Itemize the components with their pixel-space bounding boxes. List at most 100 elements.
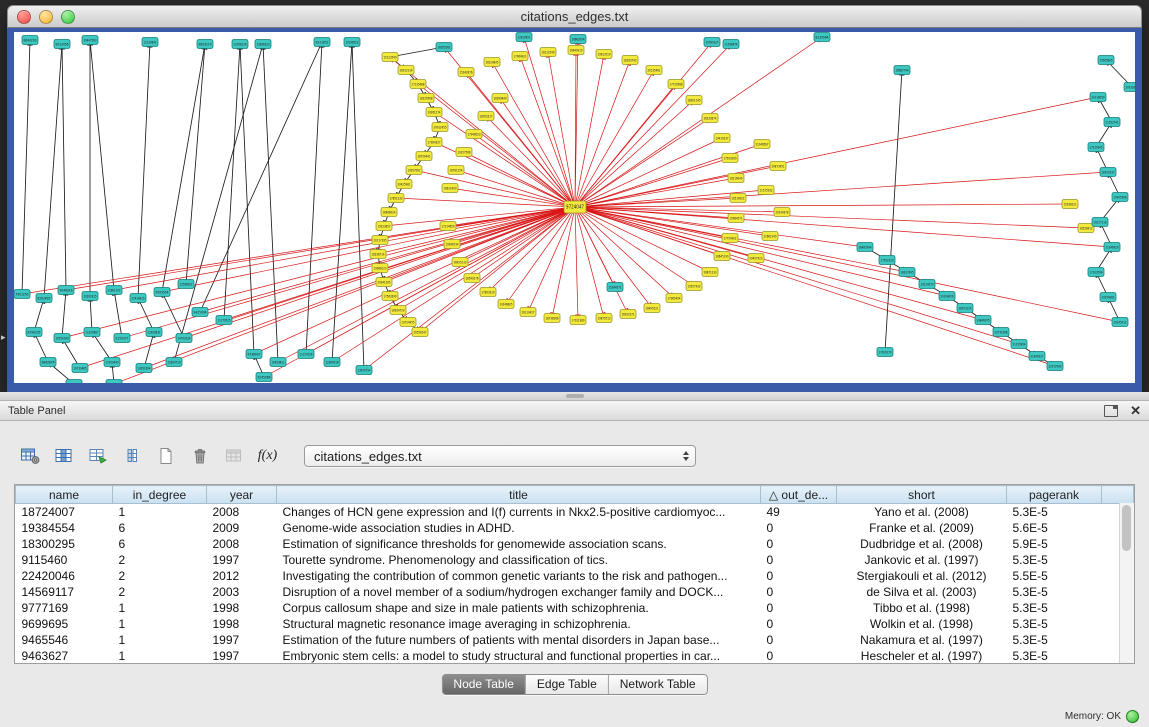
row-options-button[interactable] <box>118 443 145 469</box>
graph-node[interactable]: 17853319 <box>480 288 496 297</box>
table-cell[interactable]: 0 <box>761 648 837 664</box>
graph-node[interactable]: 10733465 <box>72 364 88 373</box>
tab-node-table[interactable]: Node Table <box>442 675 526 694</box>
table-cell[interactable]: Changes of HCN gene expression and I(f) … <box>277 504 761 520</box>
table-cell[interactable]: Stergiakouli et al. (2012) <box>837 568 1007 584</box>
column-header[interactable]: name <box>16 486 113 504</box>
graph-node[interactable]: 9736007 <box>246 350 262 359</box>
table-cell[interactable]: 14569117 <box>16 584 113 600</box>
graph-node[interactable]: 10196522 <box>344 38 360 47</box>
table-cell[interactable]: 0 <box>761 600 837 616</box>
table-cell[interactable]: Estimation of significance thresholds fo… <box>277 536 761 552</box>
table-cell[interactable]: 1997 <box>207 552 277 568</box>
graph-node[interactable]: 18922037 <box>1100 168 1116 177</box>
table-cell[interactable]: 5.3E-5 <box>1007 584 1102 600</box>
graph-node[interactable]: 21346620 <box>1104 243 1120 252</box>
graph-node[interactable]: 20873451 <box>770 162 786 171</box>
column-header[interactable]: △ out_de... <box>761 486 837 504</box>
graph-node[interactable]: 20118059 <box>1090 93 1106 102</box>
graph-node[interactable]: 18738266 <box>544 314 560 323</box>
table-row[interactable]: 1830029562008Estimation of significance … <box>16 536 1134 552</box>
table-cell[interactable]: Yano et al. (2008) <box>837 504 1007 520</box>
table-cell[interactable]: Disruption of a novel member of a sodium… <box>277 584 761 600</box>
graph-node[interactable]: 15342876 <box>458 68 474 77</box>
graph-node[interactable]: 15123549 <box>382 53 398 62</box>
graph-node[interactable]: 15896233 <box>255 40 271 49</box>
graph-node[interactable]: 20731568 <box>993 328 1009 337</box>
table-cell[interactable]: 1998 <box>207 600 277 616</box>
graph-node[interactable]: 19357062 <box>406 166 422 175</box>
network-canvas[interactable]: 9724047864029390124561044758311230841960… <box>14 32 1135 383</box>
table-cell[interactable]: 18724007 <box>16 504 113 520</box>
table-cell[interactable]: 2003 <box>207 584 277 600</box>
table-row[interactable]: 946362711997Embryonic stem cells: a mode… <box>16 648 1134 664</box>
table-cell[interactable]: 0 <box>761 584 837 600</box>
table-row[interactable]: 969969511998Structural magnetic resonanc… <box>16 616 1134 632</box>
graph-node[interactable]: 20558147 <box>412 328 428 337</box>
import-table-button[interactable] <box>220 443 247 469</box>
graph-node[interactable]: 18901245 <box>686 96 702 105</box>
table-row[interactable]: 946554611997Estimation of the future num… <box>16 632 1134 648</box>
table-cell[interactable]: 1997 <box>207 632 277 648</box>
graph-node[interactable]: 19086123 <box>372 264 388 273</box>
graph-node[interactable]: 9012456 <box>54 40 70 49</box>
graph-node[interactable]: 18612409 <box>442 184 458 193</box>
graph-node[interactable]: 20217118 <box>1092 218 1108 227</box>
graph-node[interactable]: 17135488 <box>410 80 426 89</box>
graph-node[interactable]: 19246805 <box>498 300 514 309</box>
table-cell[interactable]: 5.3E-5 <box>1007 616 1102 632</box>
graph-node[interactable]: 18053317 <box>478 112 494 121</box>
table-cell[interactable]: 18300295 <box>16 536 113 552</box>
graph-node[interactable]: 20117395 <box>372 236 388 245</box>
graph-node[interactable]: 18112540 <box>540 48 556 57</box>
graph-node[interactable]: 17284327 <box>426 138 442 147</box>
graph-node[interactable]: 17929170 <box>877 348 893 357</box>
graph-node[interactable]: 17210345 <box>1088 143 1104 152</box>
table-cell[interactable]: Estimation of the future numbers of pati… <box>277 632 761 648</box>
graph-node[interactable]: 14702039 <box>176 334 192 343</box>
graph-node[interactable]: 20135481 <box>646 66 662 75</box>
table-cell[interactable]: 2009 <box>207 520 277 536</box>
graph-node[interactable]: 17948023 <box>466 130 482 139</box>
graph-node[interactable]: 9150377 <box>114 334 130 343</box>
graph-node[interactable]: 17592310 <box>879 256 895 265</box>
table-cell[interactable]: 5.3E-5 <box>1007 504 1102 520</box>
graph-node[interactable]: 12920831 <box>146 328 162 337</box>
graph-node[interactable]: 8139564 <box>814 33 830 42</box>
table-cell[interactable]: Genome-wide association studies in ADHD. <box>277 520 761 536</box>
graph-node[interactable]: 13679754 <box>356 366 372 375</box>
column-header[interactable]: year <box>207 486 277 504</box>
table-cell[interactable]: 6 <box>113 520 207 536</box>
table-mode-button[interactable] <box>16 443 43 469</box>
graph-node[interactable]: 16258412 <box>1078 224 1094 233</box>
table-cell[interactable]: 2 <box>113 568 207 584</box>
table-cell[interactable]: 49 <box>761 504 837 520</box>
table-cell[interactable]: 5.3E-5 <box>1007 632 1102 648</box>
table-cell[interactable]: 5.3E-5 <box>1007 648 1102 664</box>
graph-node[interactable]: 20732624 <box>1124 83 1135 92</box>
table-cell[interactable]: Tourette syndrome. Phenomenology and cla… <box>277 552 761 568</box>
table-row[interactable]: 1872400712008Changes of HCN gene express… <box>16 504 1134 520</box>
graph-node[interactable]: 17103594 <box>1088 268 1104 277</box>
table-cell[interactable]: 9699695 <box>16 616 113 632</box>
graph-node[interactable]: 21515932 <box>758 186 774 195</box>
table-cell[interactable]: 5.3E-5 <box>1007 552 1102 568</box>
graph-node[interactable]: 9603279 <box>197 40 213 49</box>
graph-node[interactable]: 12610651 <box>516 33 532 42</box>
graph-node[interactable]: 19261274 <box>426 108 442 117</box>
graph-node[interactable]: 18495221 <box>644 304 660 313</box>
graph-node[interactable]: 16233874 <box>702 114 718 123</box>
graph-node[interactable]: 18973124 <box>957 304 973 313</box>
table-row[interactable]: 1456911722003Disruption of a novel membe… <box>16 584 1134 600</box>
graph-node[interactable]: 16781254 <box>448 166 464 175</box>
graph-node[interactable]: 16399840 <box>492 94 508 103</box>
graph-node[interactable]: 17593260 <box>722 154 738 163</box>
graph-node[interactable]: 12058124 <box>232 40 248 49</box>
graph-node[interactable]: 9311852 <box>314 38 330 47</box>
graph-node[interactable]: 21662140 <box>762 232 778 241</box>
table-cell[interactable]: 5.9E-5 <box>1007 536 1102 552</box>
graph-node[interactable]: 20012455 <box>432 123 448 132</box>
close-panel-icon[interactable]: ✕ <box>1130 404 1141 417</box>
graph-node[interactable]: 9505054 <box>154 288 170 297</box>
graph-node[interactable]: 17321980 <box>570 316 586 325</box>
